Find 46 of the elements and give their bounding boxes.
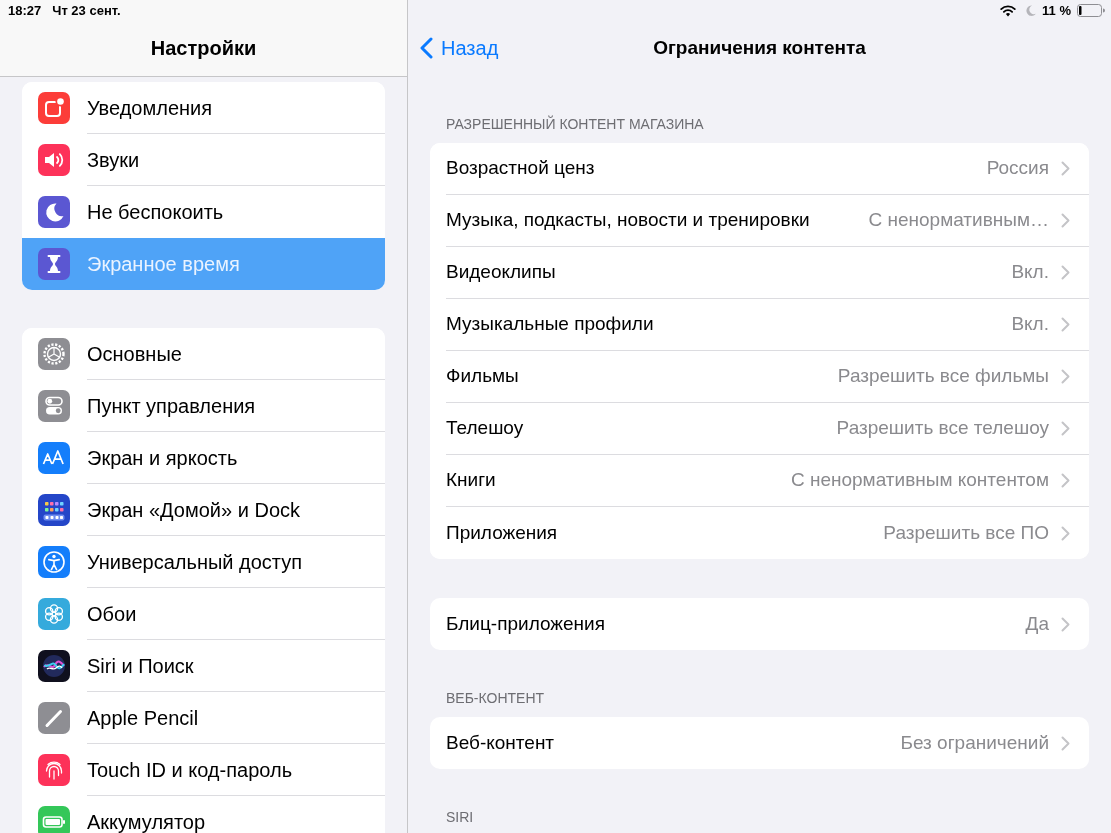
status-date: Чт 23 сент. bbox=[52, 1, 121, 20]
notification-badge-icon bbox=[38, 92, 70, 124]
chevron-right-icon bbox=[1061, 265, 1070, 280]
section-header: РАЗРЕШЕННЫЙ КОНТЕНТ МАГАЗИНА bbox=[445, 115, 705, 133]
row-value: Разрешить все телешоу bbox=[835, 416, 1049, 441]
hourglass-icon bbox=[38, 248, 70, 280]
status-time: 18:27 bbox=[8, 1, 42, 20]
row-value: Разрешить все ПО bbox=[882, 520, 1049, 545]
battery-icon bbox=[38, 806, 70, 833]
page-title: Ограничения контента bbox=[653, 35, 866, 60]
pencil-icon bbox=[38, 702, 70, 734]
app-grid-icon bbox=[38, 494, 70, 526]
row-value: Россия bbox=[985, 156, 1049, 181]
chevron-right-icon bbox=[1061, 369, 1070, 384]
toggle-switches-icon bbox=[38, 390, 70, 422]
chevron-right-icon bbox=[1061, 161, 1070, 176]
chevron-right-icon bbox=[1061, 213, 1070, 228]
row-value: Вкл. bbox=[1010, 312, 1049, 337]
chevron-right-icon bbox=[1061, 317, 1070, 332]
fingerprint-icon bbox=[38, 754, 70, 786]
row-value: Без ограничений bbox=[899, 730, 1049, 755]
battery-icon bbox=[1077, 4, 1105, 17]
wifi-icon bbox=[1000, 4, 1017, 17]
moon-icon bbox=[38, 196, 70, 228]
gear-icon bbox=[38, 338, 70, 370]
chevron-right-icon bbox=[1061, 616, 1070, 632]
moon-icon bbox=[1026, 5, 1037, 16]
section-header: SIRI bbox=[445, 808, 475, 826]
row-value: Разрешить все фильмы bbox=[836, 364, 1049, 389]
row-value: С ненормативным… bbox=[867, 208, 1049, 233]
speaker-icon bbox=[38, 144, 70, 176]
chevron-right-icon bbox=[1061, 735, 1070, 751]
chevron-right-icon bbox=[1061, 421, 1070, 436]
text-size-icon bbox=[38, 442, 70, 474]
battery-percent: 11 % bbox=[1042, 1, 1071, 20]
back-button[interactable]: Назад bbox=[420, 33, 499, 63]
chevron-left-icon bbox=[420, 37, 433, 59]
sidebar-title: Настройки bbox=[150, 36, 257, 61]
chevron-right-icon bbox=[1061, 525, 1070, 541]
row-value: Вкл. bbox=[1010, 260, 1049, 285]
orb-icon bbox=[38, 650, 70, 682]
chevron-right-icon bbox=[1061, 473, 1070, 488]
flower-icon bbox=[38, 598, 70, 630]
row-value: С ненормативным контентом bbox=[789, 468, 1049, 493]
row-value: Да bbox=[1024, 611, 1049, 636]
section-header: ВЕБ-КОНТЕНТ bbox=[445, 689, 546, 707]
